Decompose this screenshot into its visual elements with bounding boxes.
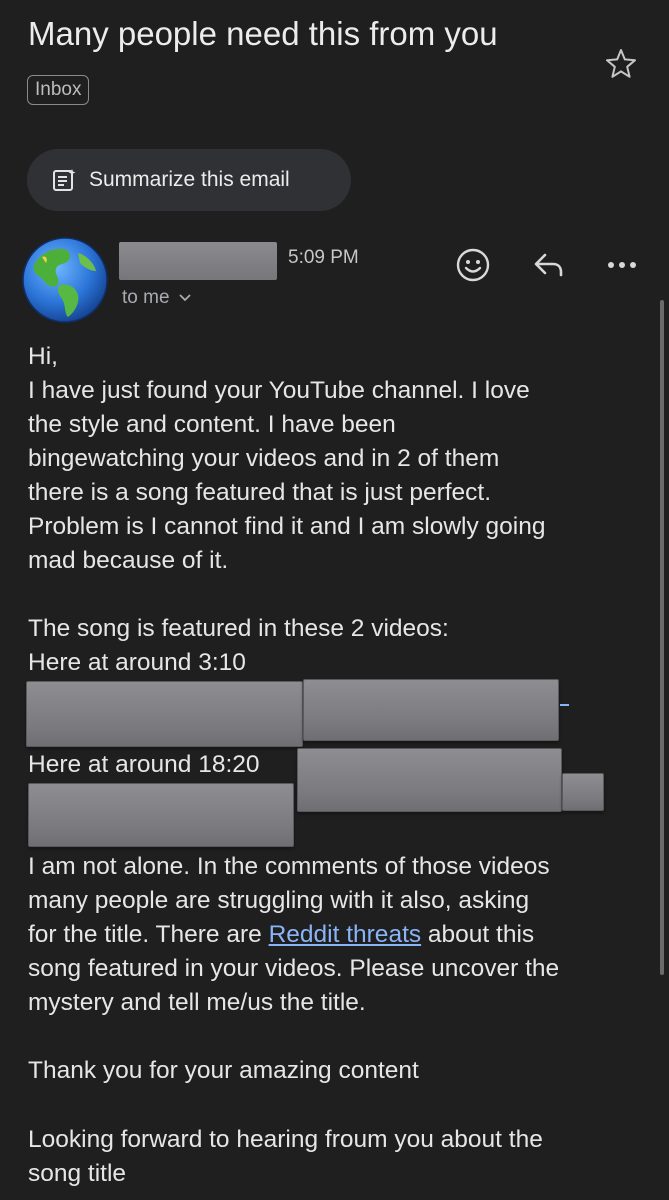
email-body: Hi, I have just found your YouTube chann… [28,340,648,578]
reddit-link[interactable]: Reddit threats [269,921,422,948]
body-paragraph-1: I have just found your YouTube channel. … [28,377,546,574]
recipient-details[interactable]: to me [122,287,192,309]
video-link-1-redacted [26,681,303,747]
summarize-icon [53,169,76,191]
chevron-down-icon [178,294,191,302]
star-icon[interactable] [603,46,639,82]
summarize-label: Summarize this email [89,168,290,191]
more-horizontal-icon[interactable] [600,243,644,287]
inbox-label[interactable]: Inbox [27,75,90,105]
scrollbar[interactable] [660,300,664,975]
emoji-icon[interactable] [451,243,495,287]
email-time: 5:09 PM [288,247,359,268]
thanks-line: Thank you for your amazing content [28,1057,419,1084]
earth-globe-icon[interactable] [20,235,110,325]
email-subject: Many people need this from you [28,15,498,52]
video-link-2-redacted [297,748,562,812]
sender-name-redacted [119,242,277,280]
summarize-button[interactable]: Summarize this email [27,149,351,211]
greeting: Hi, [28,343,58,370]
body-paragraph-3: I am not alone. In the comments of those… [28,850,658,1020]
link-underline-fragment [560,704,569,706]
video-link-2b-redacted [562,773,604,811]
video-link-2c-redacted [28,783,294,847]
reply-icon[interactable] [527,243,571,287]
video-1-text: Here at around 3:10 [28,649,246,676]
videos-intro: The song is featured in these 2 videos: [28,615,449,642]
closing-line: Looking forward to hearing froum you abo… [28,1126,543,1187]
video-link-1b-redacted [303,679,559,741]
recipient-label: to me [122,287,170,308]
email-view: Many people need this from you Inbox Sum… [0,0,669,1200]
